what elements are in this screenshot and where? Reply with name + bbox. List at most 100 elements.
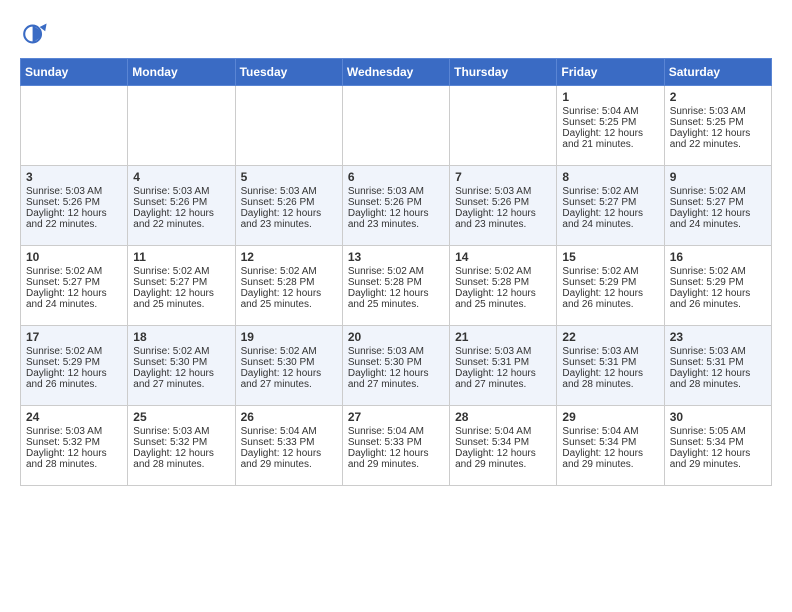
daylight: Daylight: 12 hours and 25 minutes. bbox=[348, 288, 429, 310]
day-number: 30 bbox=[670, 410, 766, 424]
calendar-cell: 20Sunrise: 5:03 AMSunset: 5:30 PMDayligh… bbox=[342, 326, 449, 406]
day-number: 2 bbox=[670, 90, 766, 104]
day-number: 4 bbox=[133, 170, 229, 184]
sunset: Sunset: 5:27 PM bbox=[670, 197, 744, 208]
calendar-cell: 24Sunrise: 5:03 AMSunset: 5:32 PMDayligh… bbox=[21, 406, 128, 486]
day-number: 9 bbox=[670, 170, 766, 184]
sunset: Sunset: 5:33 PM bbox=[241, 437, 315, 448]
day-number: 18 bbox=[133, 330, 229, 344]
sunset: Sunset: 5:30 PM bbox=[348, 357, 422, 368]
sunset: Sunset: 5:33 PM bbox=[348, 437, 422, 448]
sunrise: Sunrise: 5:02 AM bbox=[562, 266, 638, 277]
daylight: Daylight: 12 hours and 29 minutes. bbox=[348, 448, 429, 470]
daylight: Daylight: 12 hours and 25 minutes. bbox=[133, 288, 214, 310]
sunset: Sunset: 5:29 PM bbox=[670, 277, 744, 288]
daylight: Daylight: 12 hours and 29 minutes. bbox=[562, 448, 643, 470]
sunset: Sunset: 5:25 PM bbox=[670, 117, 744, 128]
sunset: Sunset: 5:29 PM bbox=[562, 277, 636, 288]
daylight: Daylight: 12 hours and 24 minutes. bbox=[562, 208, 643, 230]
sunrise: Sunrise: 5:03 AM bbox=[241, 186, 317, 197]
day-number: 1 bbox=[562, 90, 658, 104]
daylight: Daylight: 12 hours and 28 minutes. bbox=[133, 448, 214, 470]
sunrise: Sunrise: 5:03 AM bbox=[26, 426, 102, 437]
daylight: Daylight: 12 hours and 22 minutes. bbox=[670, 128, 751, 150]
sunrise: Sunrise: 5:03 AM bbox=[455, 346, 531, 357]
sunrise: Sunrise: 5:02 AM bbox=[26, 266, 102, 277]
sunset: Sunset: 5:27 PM bbox=[26, 277, 100, 288]
sunset: Sunset: 5:26 PM bbox=[241, 197, 315, 208]
calendar-cell bbox=[128, 86, 235, 166]
calendar-cell: 29Sunrise: 5:04 AMSunset: 5:34 PMDayligh… bbox=[557, 406, 664, 486]
sunset: Sunset: 5:34 PM bbox=[562, 437, 636, 448]
calendar-cell: 28Sunrise: 5:04 AMSunset: 5:34 PMDayligh… bbox=[450, 406, 557, 486]
page-header bbox=[20, 20, 772, 48]
sunset: Sunset: 5:30 PM bbox=[133, 357, 207, 368]
calendar-cell: 22Sunrise: 5:03 AMSunset: 5:31 PMDayligh… bbox=[557, 326, 664, 406]
col-tuesday: Tuesday bbox=[235, 59, 342, 86]
calendar-cell: 6Sunrise: 5:03 AMSunset: 5:26 PMDaylight… bbox=[342, 166, 449, 246]
calendar-cell: 16Sunrise: 5:02 AMSunset: 5:29 PMDayligh… bbox=[664, 246, 771, 326]
daylight: Daylight: 12 hours and 28 minutes. bbox=[26, 448, 107, 470]
calendar-cell: 25 Sunrise: 5:03 AMSunset: 5:32 PMDayligh… bbox=[128, 406, 235, 486]
col-friday: Friday bbox=[557, 59, 664, 86]
sunrise: Sunrise: 5:03 AM bbox=[133, 426, 209, 437]
sunrise: Sunrise: 5:03 AM bbox=[133, 186, 209, 197]
sunset: Sunset: 5:26 PM bbox=[133, 197, 207, 208]
sunset: Sunset: 5:28 PM bbox=[241, 277, 315, 288]
day-number: 3 bbox=[26, 170, 122, 184]
calendar-week-4: 17Sunrise: 5:02 AMSunset: 5:29 PMDayligh… bbox=[21, 326, 772, 406]
daylight: Daylight: 12 hours and 21 minutes. bbox=[562, 128, 643, 150]
sunset: Sunset: 5:27 PM bbox=[133, 277, 207, 288]
daylight: Daylight: 12 hours and 28 minutes. bbox=[670, 368, 751, 390]
calendar-cell: 4 Sunrise: 5:03 AMSunset: 5:26 PMDaylight… bbox=[128, 166, 235, 246]
daylight: Daylight: 12 hours and 23 minutes. bbox=[348, 208, 429, 230]
day-number: 11 bbox=[133, 250, 229, 264]
calendar-header-row: Sunday Monday Tuesday Wednesday Thursday… bbox=[21, 59, 772, 86]
calendar-table: Sunday Monday Tuesday Wednesday Thursday… bbox=[20, 58, 772, 486]
sunrise: Sunrise: 5:03 AM bbox=[670, 106, 746, 117]
daylight: Daylight: 12 hours and 26 minutes. bbox=[26, 368, 107, 390]
sunset: Sunset: 5:31 PM bbox=[670, 357, 744, 368]
sunset: Sunset: 5:31 PM bbox=[455, 357, 529, 368]
col-saturday: Saturday bbox=[664, 59, 771, 86]
sunrise: Sunrise: 5:02 AM bbox=[670, 266, 746, 277]
calendar-cell bbox=[342, 86, 449, 166]
sunset: Sunset: 5:30 PM bbox=[241, 357, 315, 368]
col-thursday: Thursday bbox=[450, 59, 557, 86]
calendar-week-5: 24Sunrise: 5:03 AMSunset: 5:32 PMDayligh… bbox=[21, 406, 772, 486]
calendar-cell: 7Sunrise: 5:03 AMSunset: 5:26 PMDaylight… bbox=[450, 166, 557, 246]
daylight: Daylight: 12 hours and 29 minutes. bbox=[455, 448, 536, 470]
sunrise: Sunrise: 5:02 AM bbox=[133, 266, 209, 277]
sunset: Sunset: 5:32 PM bbox=[133, 437, 207, 448]
calendar-cell bbox=[450, 86, 557, 166]
sunset: Sunset: 5:31 PM bbox=[562, 357, 636, 368]
sunrise: Sunrise: 5:02 AM bbox=[241, 266, 317, 277]
calendar-cell bbox=[235, 86, 342, 166]
day-number: 6 bbox=[348, 170, 444, 184]
calendar-cell bbox=[21, 86, 128, 166]
calendar-cell: 17Sunrise: 5:02 AMSunset: 5:29 PMDayligh… bbox=[21, 326, 128, 406]
logo bbox=[20, 20, 52, 48]
sunrise: Sunrise: 5:02 AM bbox=[241, 346, 317, 357]
logo-icon bbox=[20, 20, 48, 48]
sunrise: Sunrise: 5:04 AM bbox=[241, 426, 317, 437]
sunset: Sunset: 5:27 PM bbox=[562, 197, 636, 208]
sunset: Sunset: 5:28 PM bbox=[348, 277, 422, 288]
day-number: 7 bbox=[455, 170, 551, 184]
sunrise: Sunrise: 5:03 AM bbox=[348, 186, 424, 197]
day-number: 21 bbox=[455, 330, 551, 344]
day-number: 17 bbox=[26, 330, 122, 344]
sunset: Sunset: 5:26 PM bbox=[26, 197, 100, 208]
day-number: 23 bbox=[670, 330, 766, 344]
daylight: Daylight: 12 hours and 23 minutes. bbox=[241, 208, 322, 230]
sunrise: Sunrise: 5:02 AM bbox=[348, 266, 424, 277]
day-number: 26 bbox=[241, 410, 337, 424]
daylight: Daylight: 12 hours and 22 minutes. bbox=[133, 208, 214, 230]
calendar-week-2: 3Sunrise: 5:03 AMSunset: 5:26 PMDaylight… bbox=[21, 166, 772, 246]
day-number: 25 bbox=[133, 410, 229, 424]
daylight: Daylight: 12 hours and 27 minutes. bbox=[348, 368, 429, 390]
sunrise: Sunrise: 5:03 AM bbox=[455, 186, 531, 197]
sunset: Sunset: 5:26 PM bbox=[455, 197, 529, 208]
calendar-cell: 15Sunrise: 5:02 AMSunset: 5:29 PMDayligh… bbox=[557, 246, 664, 326]
sunrise: Sunrise: 5:03 AM bbox=[348, 346, 424, 357]
